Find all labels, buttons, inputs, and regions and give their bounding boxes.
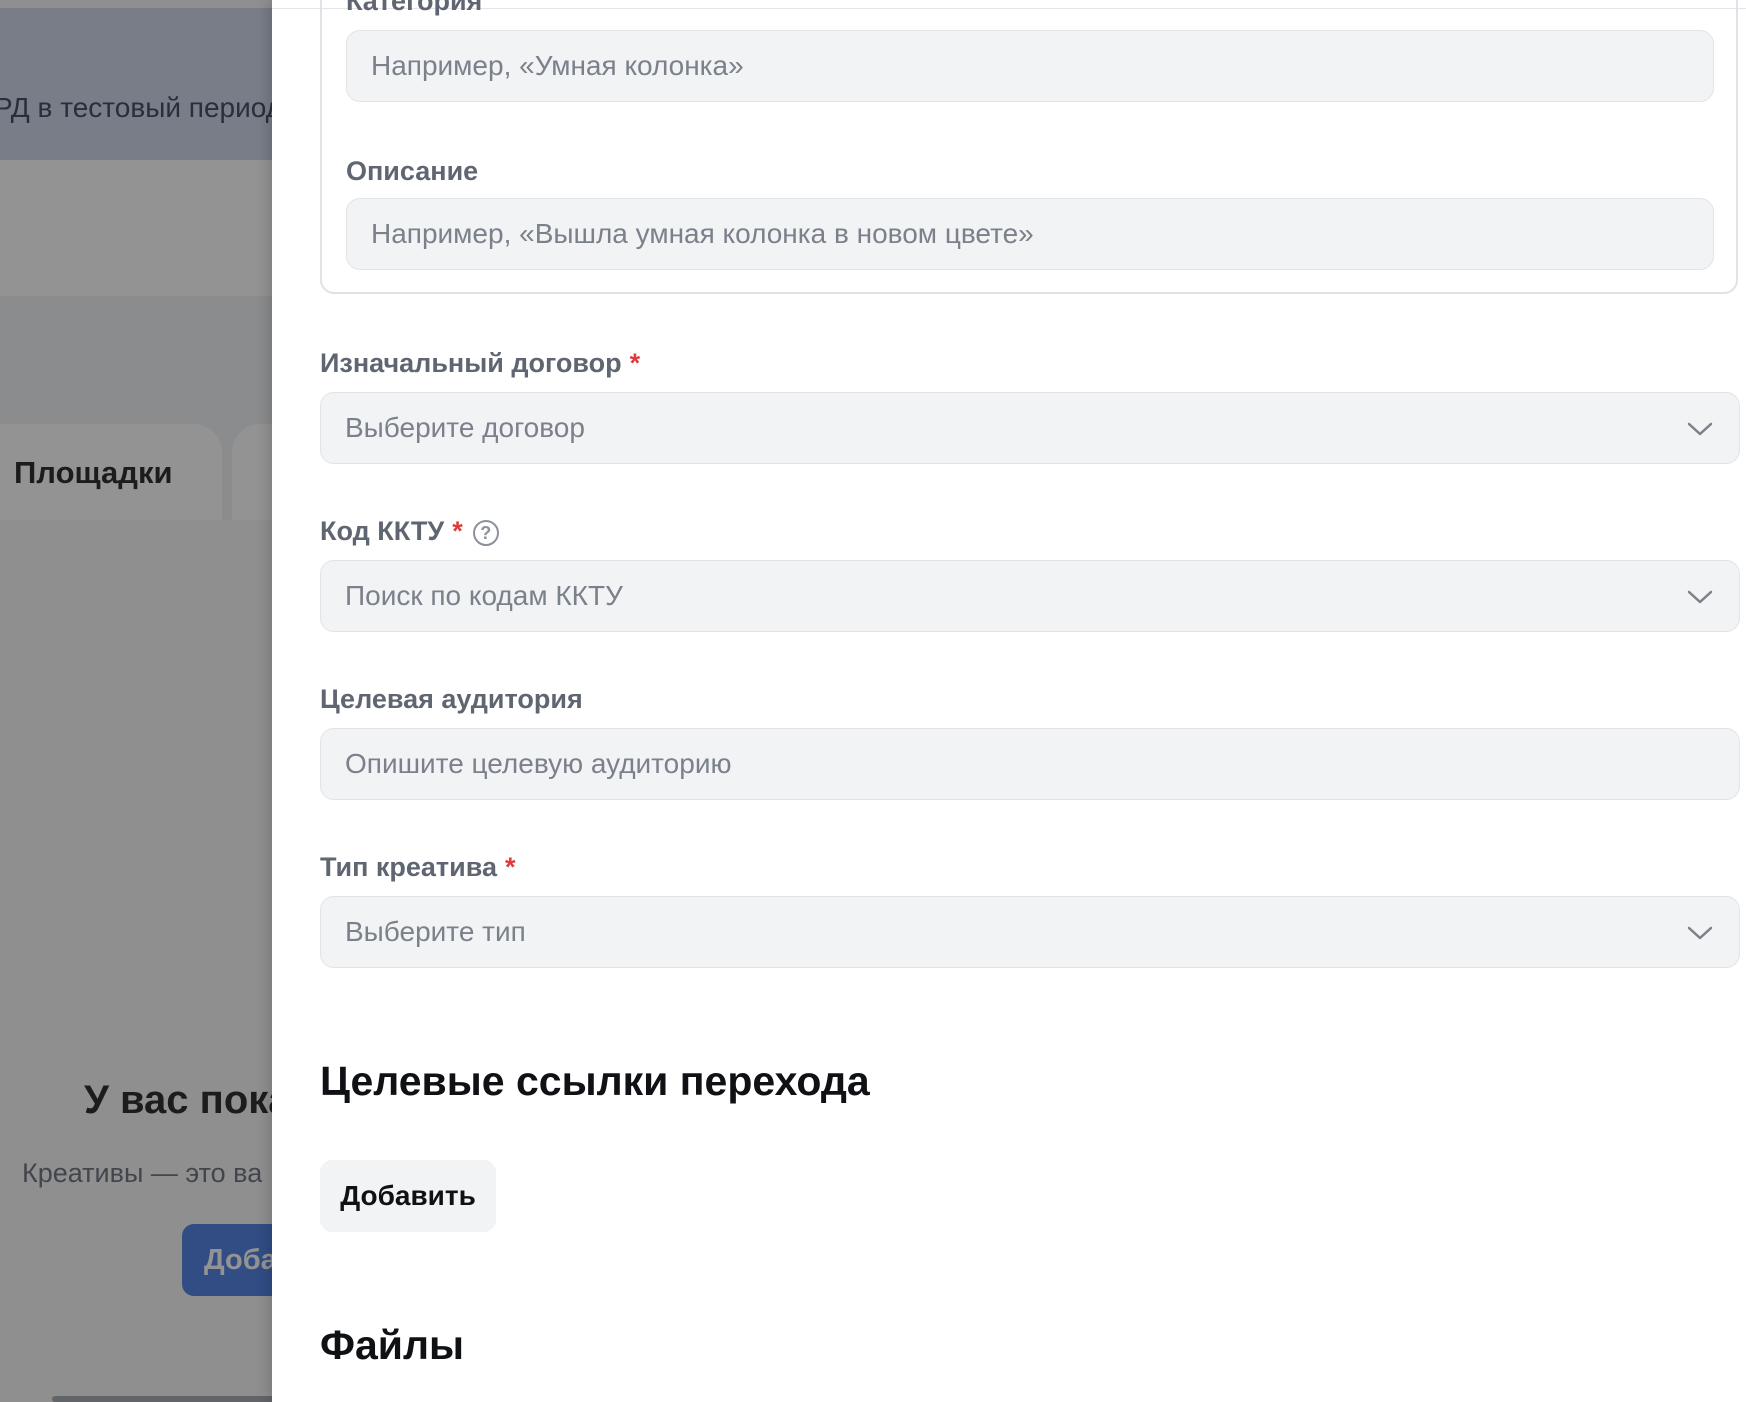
chevron-down-icon — [1687, 422, 1713, 436]
contract-label-text: Изначальный договор — [320, 348, 622, 378]
contract-label: Изначальный договор * — [320, 348, 640, 379]
contract-select-placeholder: Выберите договор — [345, 412, 585, 443]
chevron-down-icon — [1687, 590, 1713, 604]
category-input[interactable]: Например, «Умная колонка» — [346, 30, 1714, 102]
required-mark: * — [629, 348, 641, 378]
contract-select[interactable]: Выберите договор — [320, 392, 1740, 464]
creative-type-label: Тип креатива * — [320, 852, 516, 883]
kktu-label-text: Код ККТУ — [320, 516, 445, 546]
audience-label: Целевая аудитория — [320, 684, 583, 714]
chevron-down-icon — [1687, 926, 1713, 940]
create-creative-drawer: Категория Например, «Умная колонка» Опис… — [272, 0, 1746, 1402]
links-section-title: Целевые ссылки перехода — [320, 1058, 870, 1104]
audience-input[interactable]: Опишите целевую аудиторию — [320, 728, 1740, 800]
description-label: Описание — [346, 156, 479, 186]
creative-type-label-text: Тип креатива — [320, 852, 497, 882]
kktu-select[interactable]: Поиск по кодам ККТУ — [320, 560, 1740, 632]
description-input[interactable]: Например, «Вышла умная колонка в новом ц… — [346, 198, 1714, 270]
help-circle-icon[interactable]: ? — [472, 519, 499, 546]
required-mark: * — [505, 852, 516, 882]
kktu-label: Код ККТУ *? — [320, 516, 499, 547]
creative-type-select-placeholder: Выберите тип — [345, 916, 526, 947]
kktu-select-placeholder: Поиск по кодам ККТУ — [345, 580, 623, 611]
category-label: Категория — [346, 0, 483, 16]
creative-type-select[interactable]: Выберите тип — [320, 896, 1740, 968]
creative-info-card: Категория Например, «Умная колонка» Опис… — [320, 0, 1738, 294]
required-mark: * — [452, 516, 463, 546]
files-section-title: Файлы — [320, 1322, 465, 1368]
add-link-button[interactable]: Добавить — [320, 1160, 496, 1232]
